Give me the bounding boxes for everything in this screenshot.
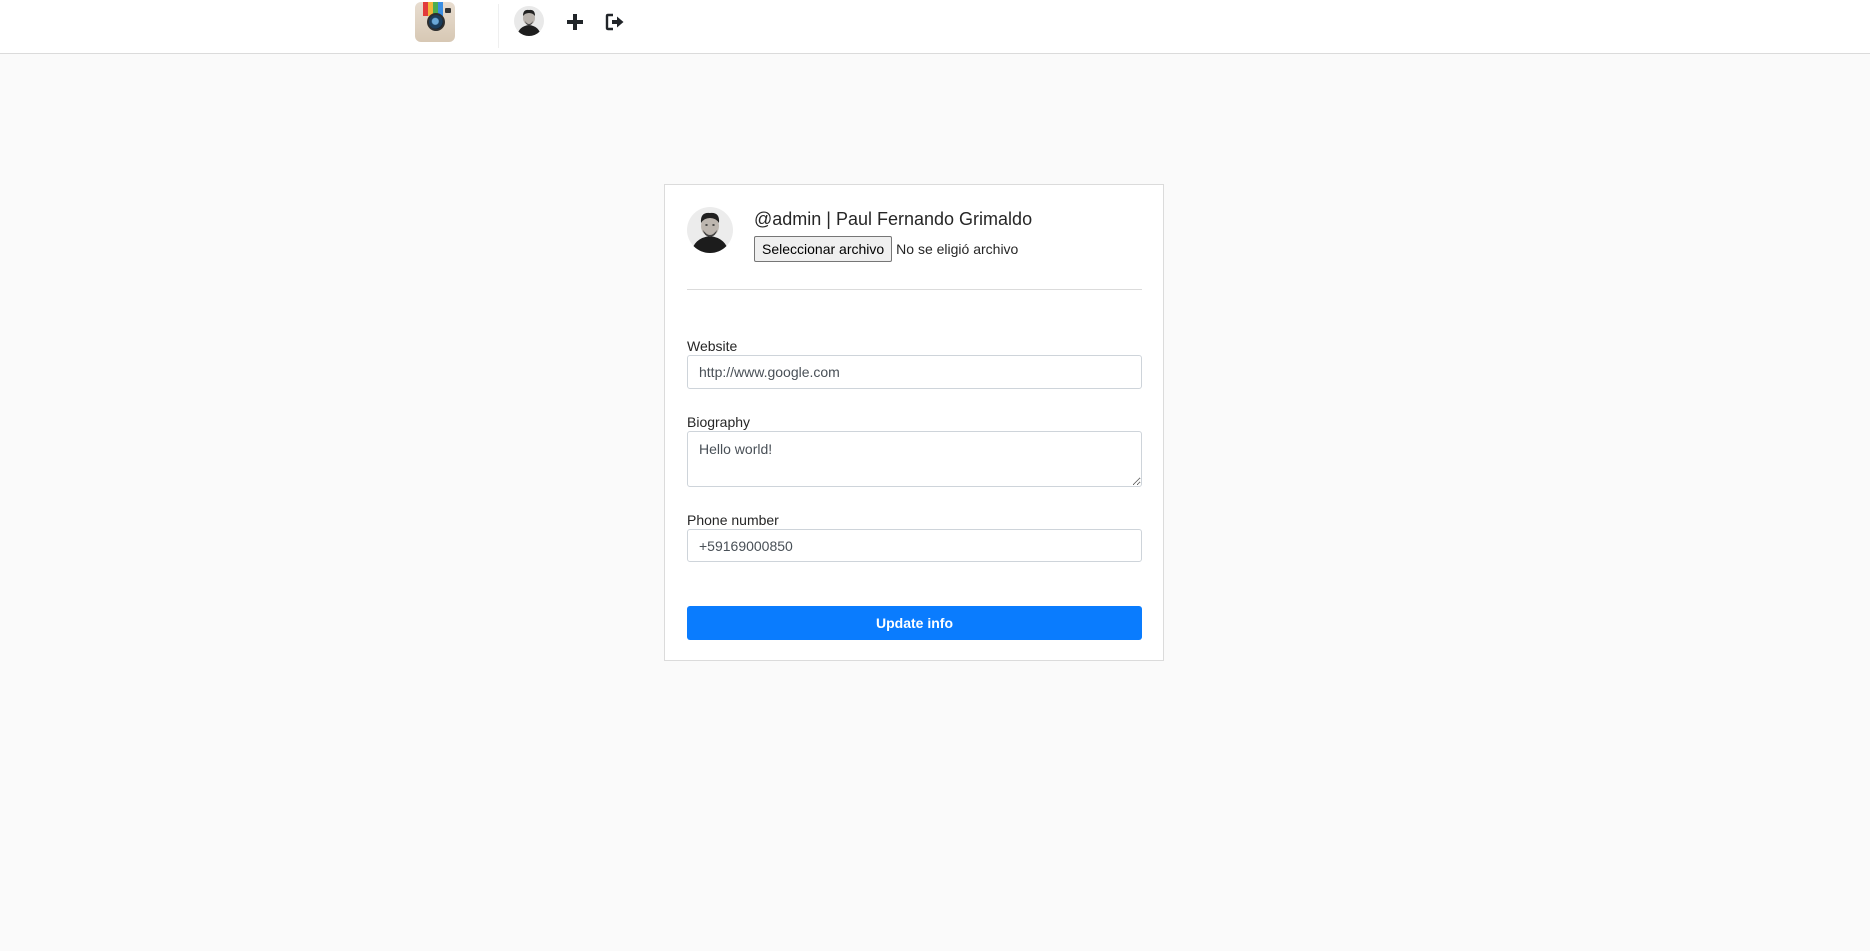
avatar-portrait-icon [687,207,733,253]
nav-divider [498,4,499,48]
logo-lens [427,13,445,31]
avatar-portrait-icon [514,6,544,36]
phone-input[interactable] [687,529,1142,562]
profile-avatar [687,207,733,253]
top-navbar [0,0,1870,54]
select-file-button[interactable]: Seleccionar archivo [754,236,893,262]
biography-textarea[interactable]: Hello world! [687,431,1142,487]
website-label: Website [687,338,738,354]
nav-avatar-icon[interactable] [514,6,544,36]
avatar-file-picker: Seleccionar archivo No se eligió archivo [754,236,1018,262]
app-logo-icon[interactable] [415,2,455,42]
logo-flash [445,8,451,13]
website-input[interactable] [687,355,1142,389]
plus-icon[interactable] [564,11,586,33]
update-info-button[interactable]: Update info [687,606,1142,640]
sign-out-icon[interactable] [604,11,626,33]
phone-label: Phone number [687,512,779,528]
file-status-text: No se eligió archivo [896,241,1019,257]
biography-label: Biography [687,414,751,430]
section-divider [687,289,1142,290]
edit-profile-card: @admin | Paul Fernando Grimaldo Seleccio… [664,184,1164,661]
profile-title: @admin | Paul Fernando Grimaldo [754,209,1033,229]
